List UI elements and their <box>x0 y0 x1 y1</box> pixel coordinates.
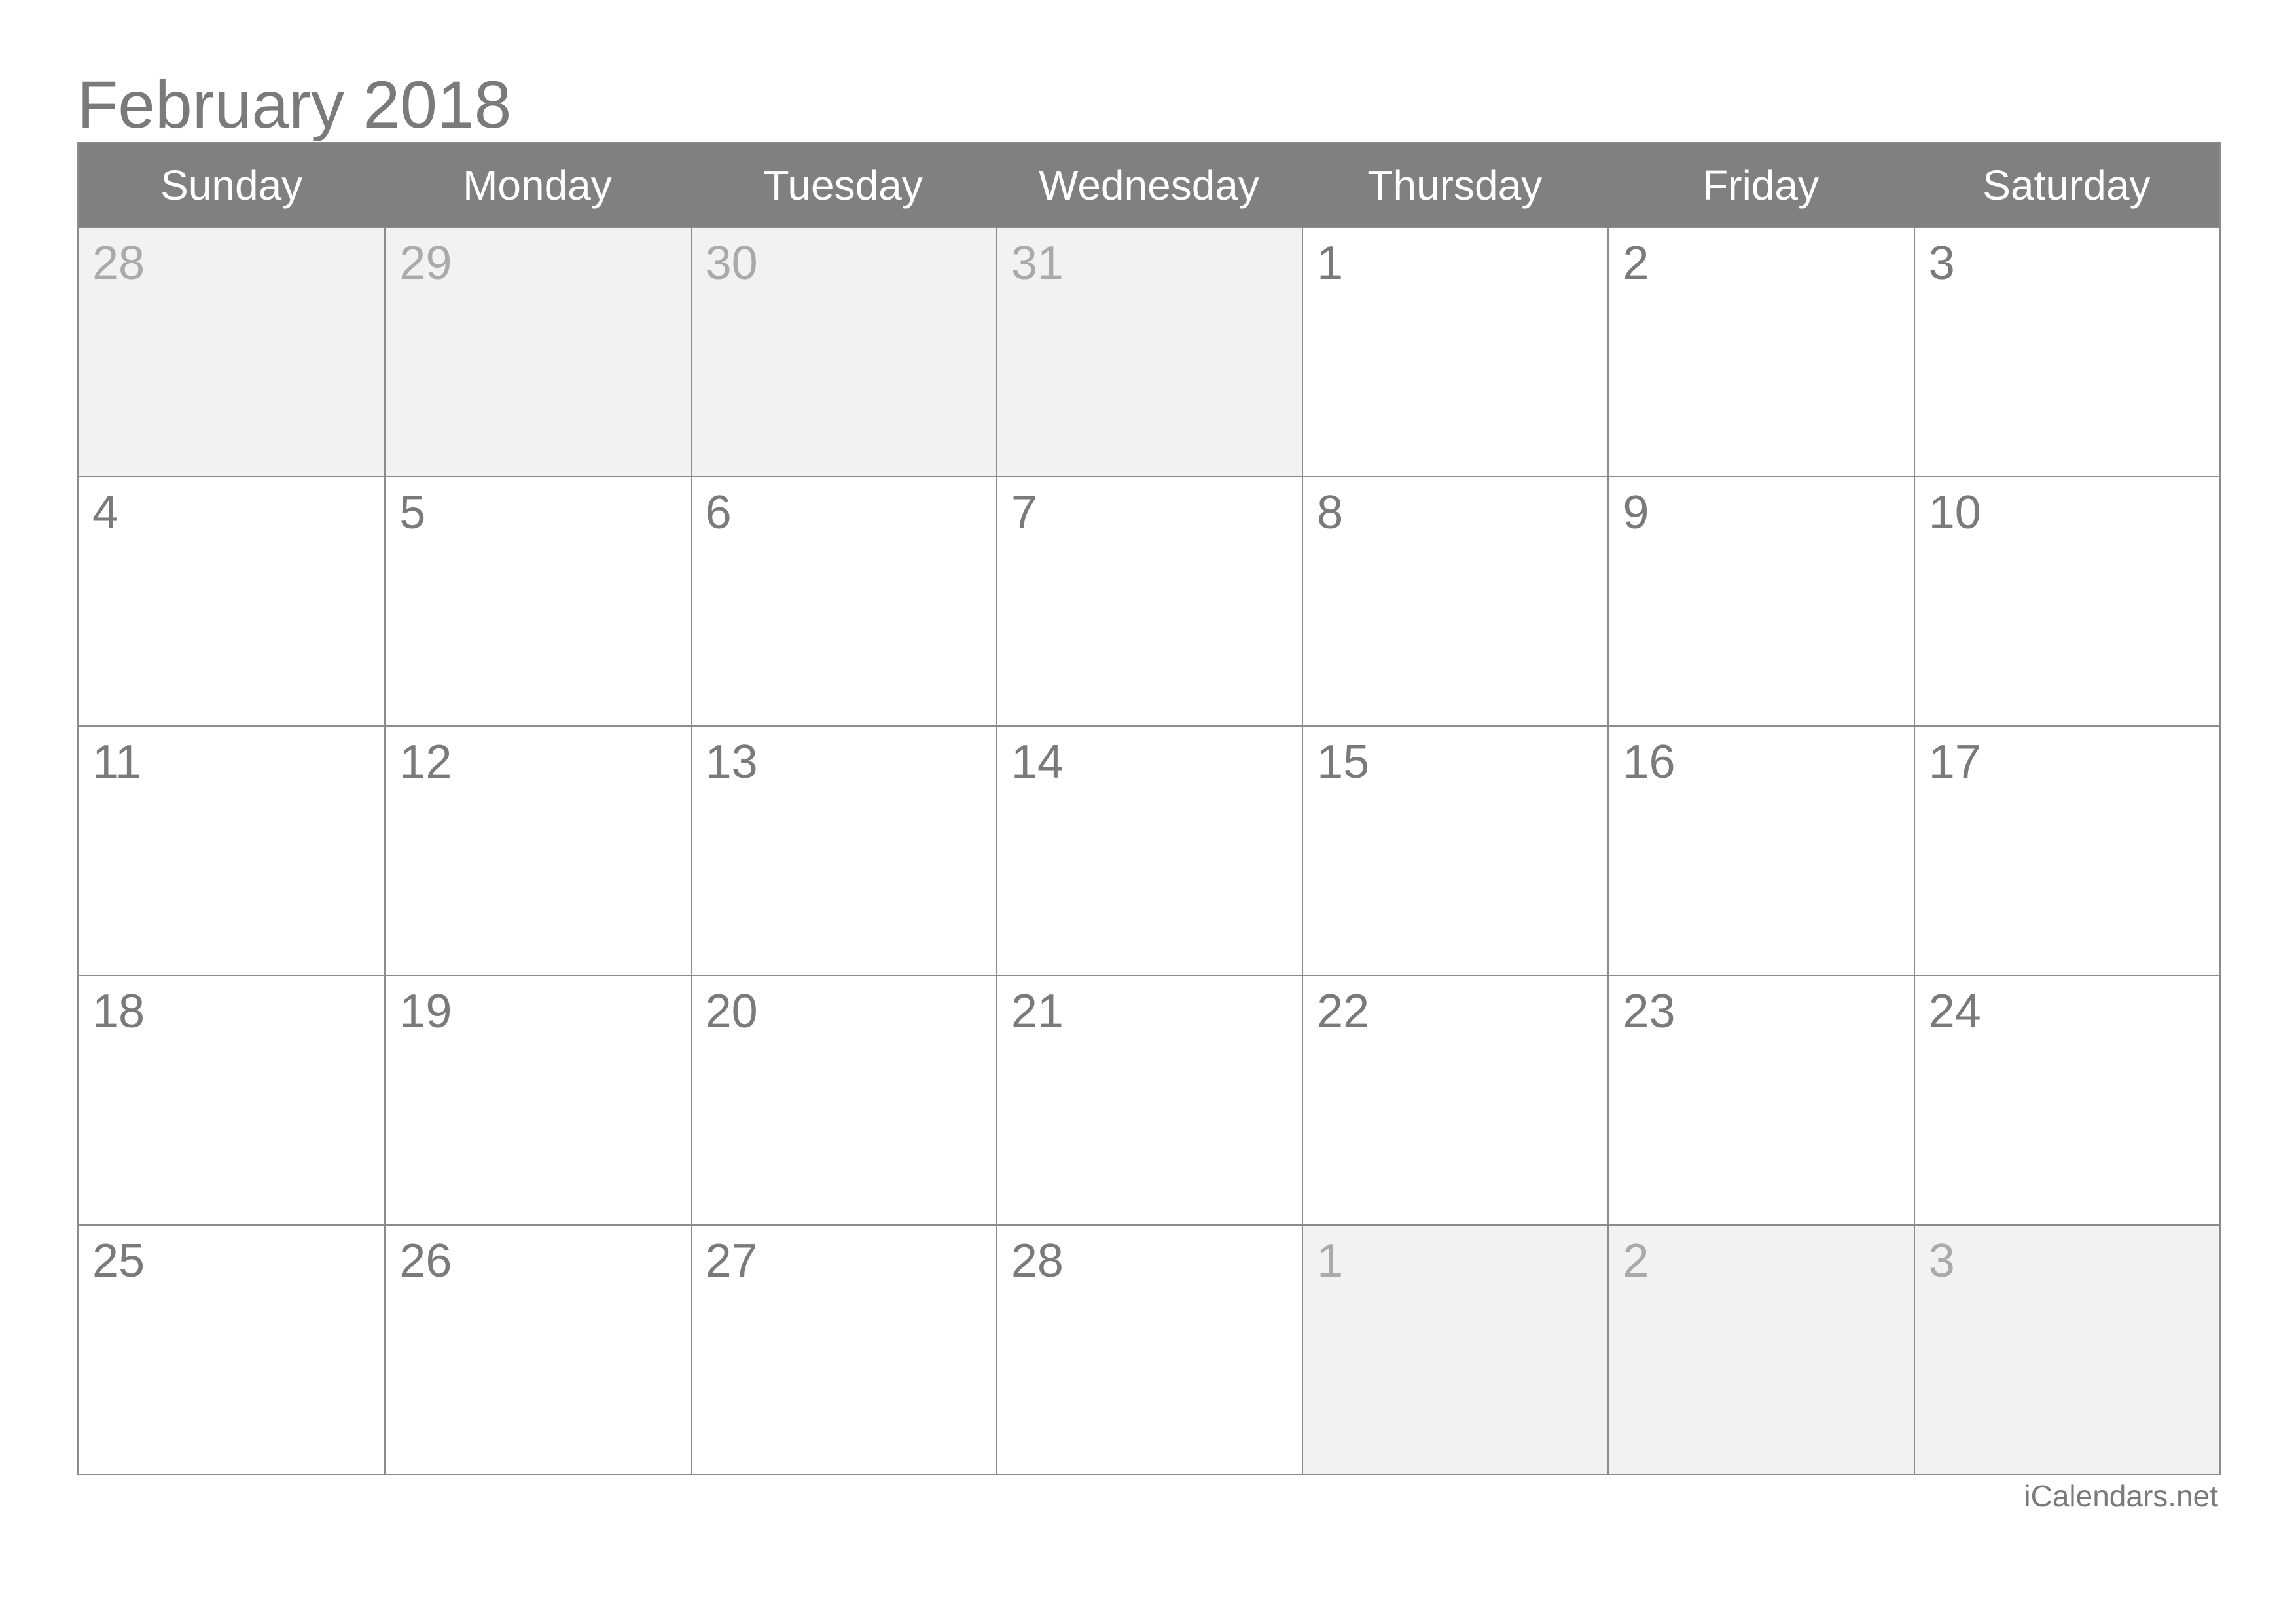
day-number: 21 <box>1011 985 1064 1038</box>
day-cell-other-month: 2 <box>1607 1224 1914 1474</box>
day-cell: 26 <box>384 1224 691 1474</box>
day-cell: 4 <box>79 476 385 725</box>
day-cell-other-month: 28 <box>79 227 385 476</box>
footer-credit: iCalendars.net <box>2024 1479 2218 1513</box>
day-number: 17 <box>1928 736 1981 788</box>
day-cell: 23 <box>1607 975 1914 1224</box>
day-number: 20 <box>705 985 758 1038</box>
day-number: 25 <box>92 1235 145 1287</box>
day-cell: 18 <box>79 975 385 1224</box>
day-number: 27 <box>705 1235 758 1287</box>
weekday-sunday: Sunday <box>160 161 303 209</box>
day-number: 14 <box>1011 736 1064 788</box>
day-cell: 12 <box>384 725 691 975</box>
day-cell: 20 <box>690 975 996 1224</box>
day-number: 6 <box>705 486 732 539</box>
day-cell: 7 <box>996 476 1302 725</box>
day-number: 1 <box>1317 237 1344 289</box>
day-cell-other-month: 29 <box>384 227 691 476</box>
day-number: 22 <box>1317 985 1370 1038</box>
day-cell-other-month: 1 <box>1302 1224 1608 1474</box>
day-number: 29 <box>399 237 452 289</box>
day-number: 24 <box>1928 985 1981 1038</box>
day-cell: 5 <box>384 476 691 725</box>
day-cell: 15 <box>1302 725 1608 975</box>
weekday-tuesday: Tuesday <box>763 161 923 209</box>
day-number: 26 <box>399 1235 452 1287</box>
day-cell: 10 <box>1913 476 2219 725</box>
day-number: 10 <box>1928 486 1981 539</box>
weeks-body: 28 29 30 31 1 2 3 4 5 6 7 8 9 10 11 12 13 14 15 16 17 18 19 20 2… <box>79 227 2219 1474</box>
day-cell-other-month: 30 <box>690 227 996 476</box>
day-number: 31 <box>1011 237 1064 289</box>
day-number: 4 <box>92 486 119 539</box>
day-number: 2 <box>1623 1235 1649 1287</box>
day-cell: 25 <box>79 1224 385 1474</box>
weekday-wednesday: Wednesday <box>1039 161 1259 209</box>
day-number: 12 <box>399 736 452 788</box>
day-number: 2 <box>1623 237 1649 289</box>
day-cell: 2 <box>1607 227 1914 476</box>
day-number: 3 <box>1928 1235 1955 1287</box>
day-number: 18 <box>92 985 145 1038</box>
calendar-title: February 2018 <box>77 67 512 142</box>
day-cell: 22 <box>1302 975 1608 1224</box>
weekday-header: Sunday Monday Tuesday Wednesday Thursday… <box>79 143 2219 227</box>
weekday-monday: Monday <box>463 161 612 209</box>
day-number: 3 <box>1928 237 1955 289</box>
day-cell: 14 <box>996 725 1302 975</box>
day-number: 23 <box>1623 985 1676 1038</box>
day-cell: 13 <box>690 725 996 975</box>
day-cell: 24 <box>1913 975 2219 1224</box>
day-cell: 11 <box>79 725 385 975</box>
day-number: 8 <box>1317 486 1344 539</box>
day-number: 16 <box>1623 736 1676 788</box>
day-number: 7 <box>1011 486 1037 539</box>
day-cell: 17 <box>1913 725 2219 975</box>
day-number: 13 <box>705 736 758 788</box>
day-cell: 21 <box>996 975 1302 1224</box>
day-number: 19 <box>399 985 452 1038</box>
day-cell: 1 <box>1302 227 1608 476</box>
day-cell: 16 <box>1607 725 1914 975</box>
day-cell: 6 <box>690 476 996 725</box>
day-number: 30 <box>705 237 758 289</box>
weekday-thursday: Thursday <box>1367 161 1543 209</box>
day-cell: 19 <box>384 975 691 1224</box>
weekday-friday: Friday <box>1702 161 1819 209</box>
day-number: 11 <box>92 736 141 788</box>
day-cell: 9 <box>1607 476 1914 725</box>
day-cell: 8 <box>1302 476 1608 725</box>
day-number: 5 <box>399 486 426 539</box>
calendar-grid: Sunday Monday Tuesday Wednesday Thursday… <box>77 142 2221 1475</box>
day-cell: 28 <box>996 1224 1302 1474</box>
weekday-saturday: Saturday <box>1982 161 2151 209</box>
day-number: 9 <box>1623 486 1649 539</box>
day-number: 1 <box>1317 1235 1344 1287</box>
day-cell: 3 <box>1913 227 2219 476</box>
day-number: 15 <box>1317 736 1370 788</box>
day-number: 28 <box>1011 1235 1064 1287</box>
day-cell: 27 <box>690 1224 996 1474</box>
day-cell-other-month: 31 <box>996 227 1302 476</box>
day-cell-other-month: 3 <box>1913 1224 2219 1474</box>
day-number: 28 <box>92 237 145 289</box>
